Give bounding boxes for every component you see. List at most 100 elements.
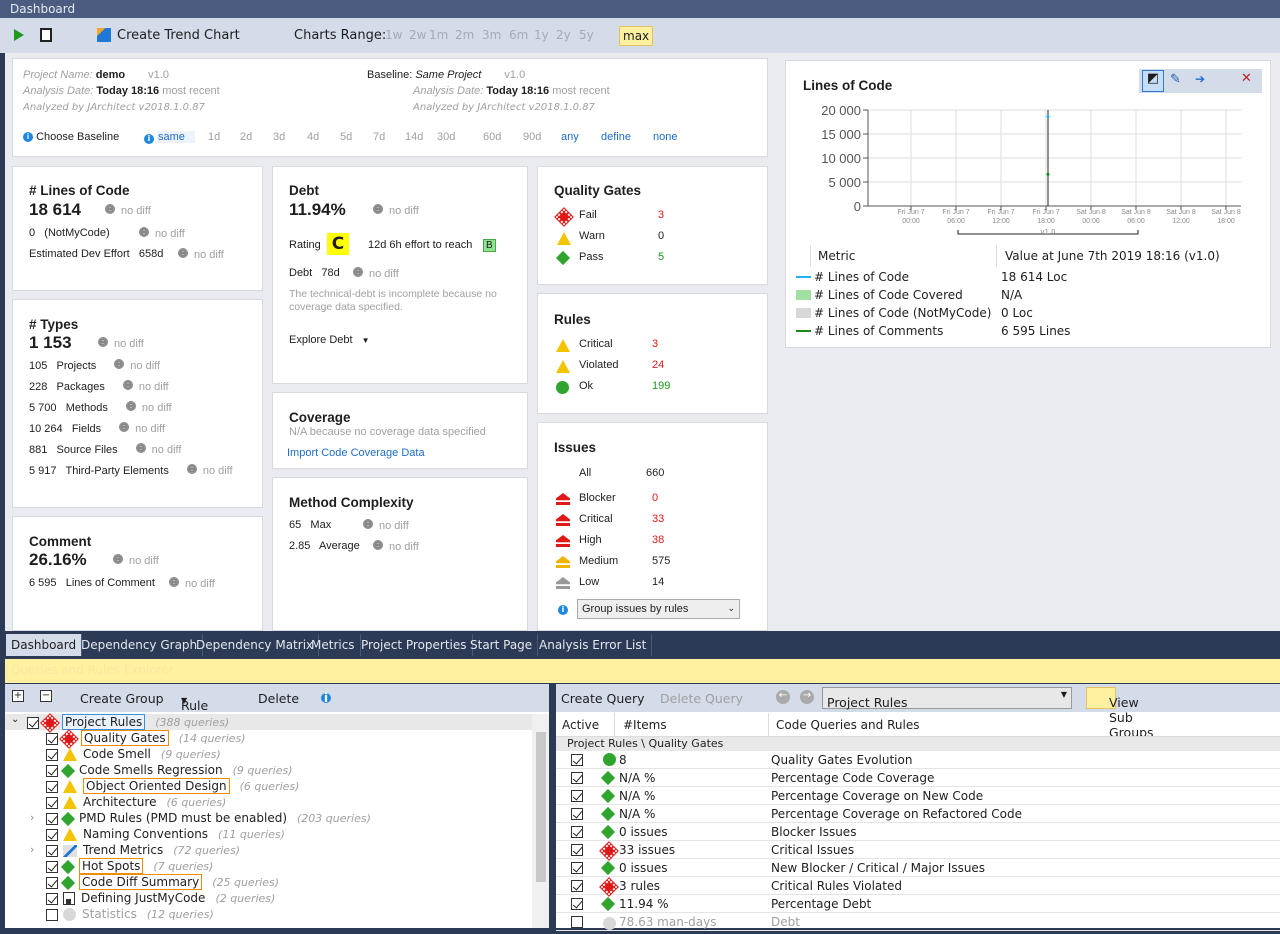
delete-query-button[interactable]: Delete Query [660, 691, 743, 706]
rule-group-select[interactable]: Project Rules ▼ [822, 687, 1072, 710]
checkbox[interactable] [46, 748, 58, 761]
collapse-all-icon[interactable]: − [40, 690, 52, 702]
baseline-option-any[interactable]: any [561, 131, 579, 143]
checkbox[interactable] [46, 764, 58, 777]
range-1m[interactable]: 1m [427, 26, 450, 44]
tree-item[interactable]: Code Smells Regression (9 queries) [46, 763, 293, 779]
query-row[interactable]: 0 issues New Blocker / Critical / Major I… [556, 859, 1280, 877]
baseline-option-none[interactable]: none [653, 131, 677, 143]
checkbox[interactable] [46, 860, 58, 873]
range-1w[interactable]: 1w [383, 26, 404, 44]
tree-item[interactable]: PMD Rules (PMD must be enabled) (203 quer… [46, 811, 371, 827]
range-max[interactable]: max [619, 26, 654, 46]
issue-blocker-label[interactable]: Blocker [579, 492, 616, 504]
items-column-header[interactable]: #Items [623, 718, 667, 732]
checkbox[interactable] [46, 828, 58, 841]
query-row[interactable]: 8 Quality Gates Evolution [556, 751, 1280, 769]
scrollbar-thumb[interactable] [536, 732, 546, 882]
baseline-option-define[interactable]: define [601, 131, 631, 143]
range-6m[interactable]: 6m [507, 26, 530, 44]
query-row[interactable]: N/A % Percentage Coverage on New Code [556, 787, 1280, 805]
tree-item[interactable]: Quality Gates (14 queries) [46, 728, 246, 749]
range-5y[interactable]: 5y [577, 26, 596, 44]
baseline-option-same[interactable]: same [157, 131, 195, 143]
active-checkbox[interactable] [571, 826, 583, 838]
active-checkbox[interactable] [571, 844, 583, 856]
tree-item[interactable]: Architecture (6 queries) [46, 795, 226, 811]
range-1y[interactable]: 1y [532, 26, 551, 44]
tree-item[interactable]: Code Diff Summary (25 queries) [46, 874, 279, 891]
tab-metrics[interactable]: Metrics [306, 634, 361, 656]
gate-warn-label[interactable]: Warn [579, 230, 605, 242]
group-issues-select[interactable]: Group issues by rules ⌄ [577, 599, 740, 619]
tab-analysis-error-list[interactable]: Analysis Error List [534, 634, 653, 656]
issue-low-label[interactable]: Low [579, 576, 599, 588]
active-checkbox[interactable] [571, 862, 583, 874]
active-column-header[interactable]: Active [562, 718, 599, 732]
create-group-button[interactable]: Create Group [80, 691, 164, 706]
checkbox[interactable] [46, 732, 58, 745]
gate-pass-label[interactable]: Pass [579, 251, 603, 263]
tree-item[interactable]: Trend Metrics (72 queries) [46, 843, 240, 859]
active-checkbox[interactable] [571, 916, 583, 928]
explore-debt-dropdown[interactable]: Explore Debt ▼ [289, 334, 370, 346]
checkbox[interactable] [46, 796, 58, 809]
tree-item[interactable]: Object Oriented Design (6 queries) [46, 778, 299, 795]
active-checkbox[interactable] [571, 790, 583, 802]
expand-chevron-icon[interactable]: › [30, 811, 34, 824]
collapse-chevron-icon[interactable]: ⌄ [11, 714, 19, 725]
issue-high-label[interactable]: High [579, 534, 602, 546]
active-checkbox[interactable] [571, 808, 583, 820]
forward-icon[interactable]: → [800, 690, 814, 704]
query-row[interactable]: 33 issues Critical Issues [556, 841, 1280, 861]
query-row[interactable]: 11.94 % Percentage Debt [556, 895, 1280, 913]
baseline-option-14d[interactable]: 14d [405, 131, 423, 143]
run-icon[interactable] [14, 29, 24, 41]
range-3m[interactable]: 3m [480, 26, 503, 44]
import-coverage-link[interactable]: Import Code Coverage Data [287, 447, 425, 459]
tab-dependency-matrix[interactable]: Dependency Matrix [191, 634, 320, 656]
tree-item[interactable]: Code Smell (9 queries) [46, 747, 221, 763]
query-row[interactable]: N/A % Percentage Coverage on Refactored C… [556, 805, 1280, 823]
name-column-header[interactable]: Code Queries and Rules [776, 718, 919, 732]
query-row[interactable]: 3 rules Critical Rules Violated [556, 877, 1280, 897]
tree-item[interactable]: Defining JustMyCode (2 queries) [46, 891, 275, 907]
checkbox[interactable] [46, 892, 58, 905]
expand-all-icon[interactable]: + [12, 690, 24, 702]
baseline-option-3d[interactable]: 3d [273, 131, 285, 143]
tree-item[interactable]: Hot Spots (7 queries) [46, 858, 213, 875]
query-row[interactable]: 0 issues Blocker Issues [556, 823, 1280, 841]
info-icon[interactable]: i [321, 691, 331, 704]
create-query-button[interactable]: Create Query [561, 691, 645, 706]
run-file-icon[interactable] [40, 28, 52, 42]
rule-file-dropdown[interactable]: Rule File ▼ [181, 691, 208, 728]
checkbox[interactable] [46, 908, 58, 921]
rule-ok-label[interactable]: Ok [579, 380, 593, 392]
tab-dashboard[interactable]: Dashboard [6, 634, 83, 656]
rule-violated-label[interactable]: Violated [579, 359, 619, 371]
checkbox[interactable] [46, 844, 58, 857]
checkbox[interactable] [46, 876, 58, 889]
active-checkbox[interactable] [571, 754, 583, 766]
checkbox[interactable] [46, 780, 58, 793]
tree-item[interactable]: Naming Conventions (11 queries) [46, 827, 285, 843]
baseline-option-2d[interactable]: 2d [240, 131, 252, 143]
tree-item[interactable]: Project Rules (388 queries) [27, 712, 229, 733]
range-2w[interactable]: 2w [407, 26, 428, 44]
rule-critical-label[interactable]: Critical [579, 338, 613, 350]
range-2m[interactable]: 2m [453, 26, 476, 44]
query-row[interactable]: N/A % Percentage Code Coverage [556, 769, 1280, 787]
baseline-option-90d[interactable]: 90d [523, 131, 541, 143]
issue-medium-label[interactable]: Medium [579, 555, 618, 567]
query-row[interactable]: 78.63 man-days Debt [556, 913, 1280, 931]
baseline-option-7d[interactable]: 7d [373, 131, 385, 143]
view-sub-groups-button[interactable]: View Sub Groups [1086, 687, 1154, 740]
tab-project-properties[interactable]: Project Properties [356, 634, 473, 656]
baseline-option-1d[interactable]: 1d [208, 131, 220, 143]
checkbox[interactable] [46, 812, 58, 825]
active-checkbox[interactable] [571, 772, 583, 784]
baseline-option-30d[interactable]: 30d [437, 131, 455, 143]
tree-item[interactable]: Statistics (12 queries) [46, 907, 214, 923]
tree-scrollbar[interactable] [532, 714, 549, 928]
baseline-option-4d[interactable]: 4d [307, 131, 319, 143]
